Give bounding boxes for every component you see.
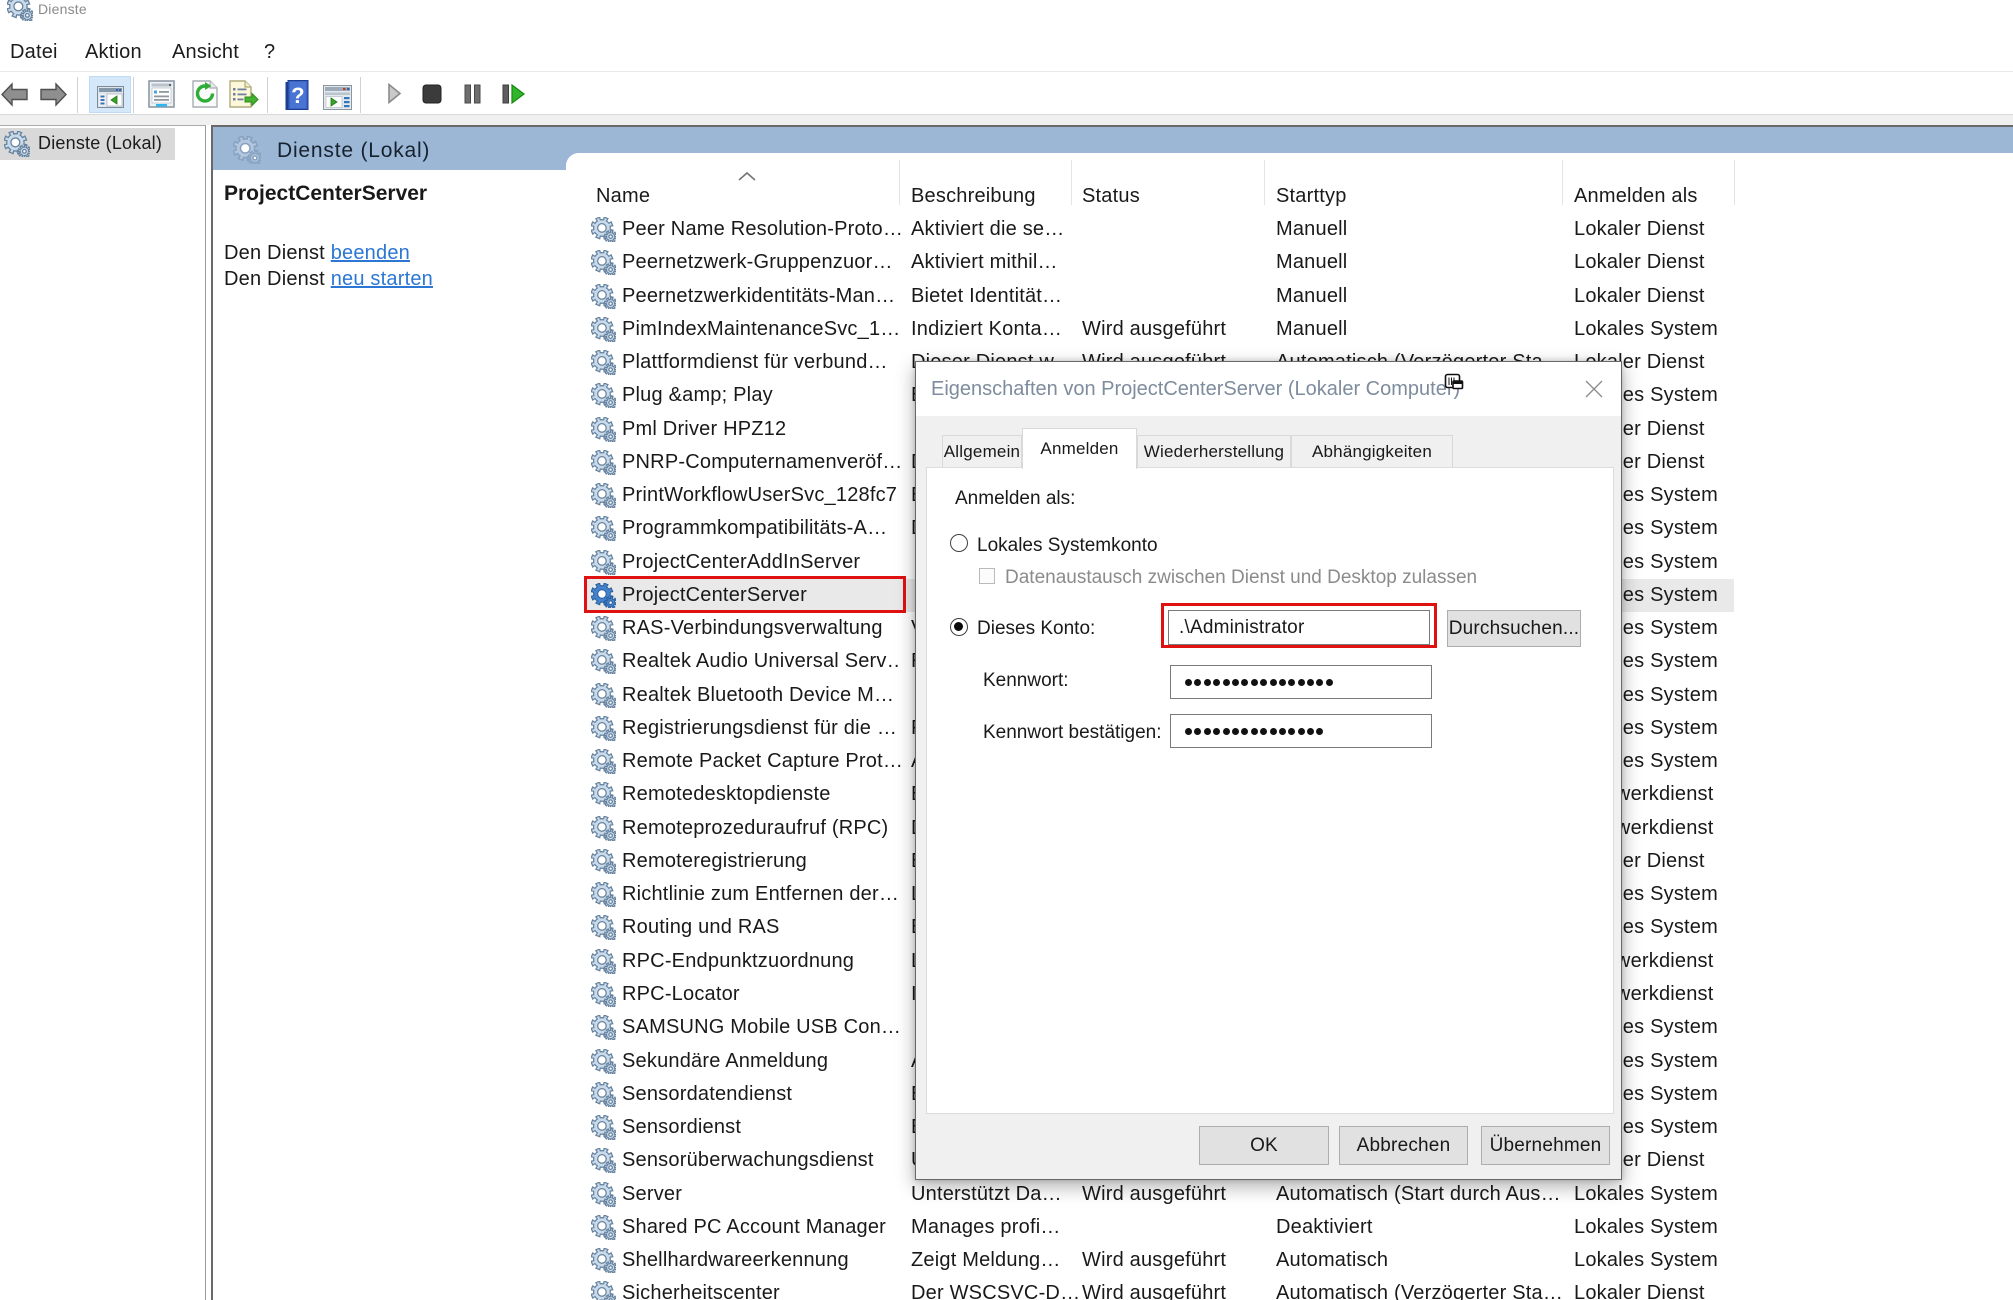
- svg-text:?: ?: [291, 83, 305, 108]
